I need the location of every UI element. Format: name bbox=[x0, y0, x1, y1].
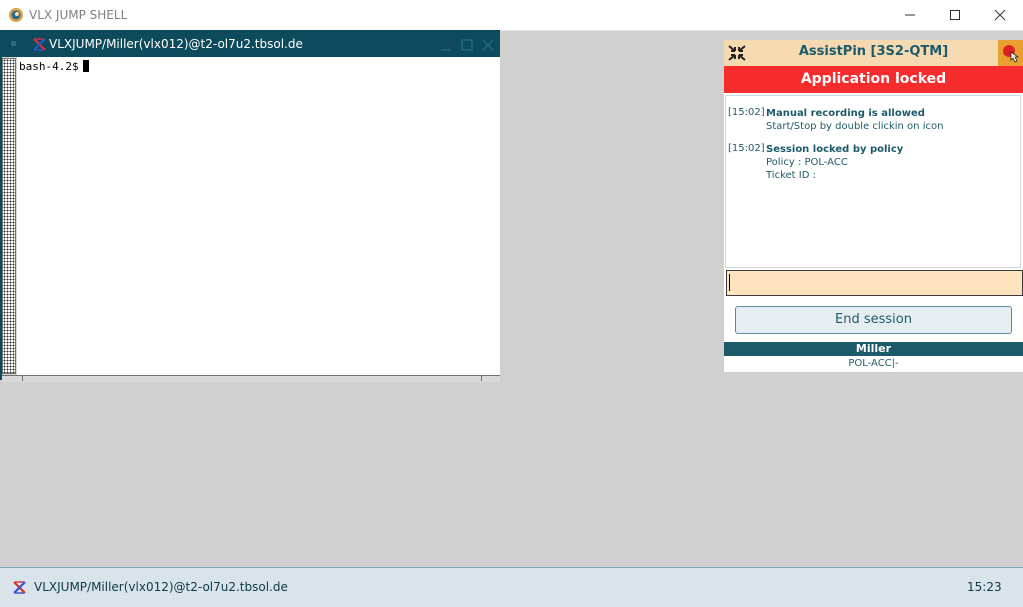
input-caret bbox=[729, 274, 730, 291]
maximize-button[interactable] bbox=[932, 0, 978, 30]
log-headline: Manual recording is allowed bbox=[766, 108, 925, 119]
terminal-body: bash-4.2$ bbox=[2, 57, 500, 382]
taskbar: VLXJUMP/Miller(vlx012)@t2-ol7u2.tbsol.de… bbox=[0, 567, 1023, 607]
log-detail: Policy : POL-ACC bbox=[766, 157, 848, 168]
assistpin-panel: AssistPin [3S2-QTM] Application locked [… bbox=[724, 40, 1023, 372]
log-detail: Start/Stop by double clickin on icon bbox=[766, 121, 944, 132]
window-titlebar: VLX JUMP SHELL bbox=[0, 0, 1023, 31]
log-headline: Session locked by policy bbox=[766, 144, 904, 155]
event-log: [15:02] Manual recording is allowed Star… bbox=[725, 95, 1021, 268]
scrollbar-thumb[interactable] bbox=[22, 376, 482, 381]
minimize-icon bbox=[905, 14, 915, 16]
terminal-maximize-icon[interactable] bbox=[460, 38, 474, 52]
terminal-window[interactable]: VLXJUMP/Miller(vlx012)@t2-ol7u2.tbsol.de… bbox=[0, 30, 500, 382]
policy-label: POL-ACC|- bbox=[848, 358, 899, 369]
minimize-button[interactable] bbox=[887, 0, 933, 30]
terminal-close-icon[interactable] bbox=[481, 38, 495, 52]
message-input[interactable] bbox=[726, 270, 1023, 296]
status-banner: Application locked bbox=[724, 66, 1023, 93]
terminal-output[interactable]: bash-4.2$ bbox=[17, 57, 500, 375]
terminal-horizontal-scrollbar[interactable] bbox=[2, 375, 500, 382]
log-time: [15:02] bbox=[728, 143, 765, 154]
x-logo-icon bbox=[33, 38, 46, 51]
maximize-icon bbox=[950, 10, 960, 20]
x-logo-icon bbox=[13, 581, 26, 594]
window-menu-icon[interactable] bbox=[11, 41, 16, 46]
text-cursor bbox=[82, 60, 89, 72]
assistpin-header: AssistPin [3S2-QTM] bbox=[724, 40, 1023, 66]
end-session-button[interactable]: End session bbox=[735, 306, 1012, 334]
app-logo-icon bbox=[9, 8, 23, 22]
taskbar-item-terminal[interactable]: VLXJUMP/Miller(vlx012)@t2-ol7u2.tbsol.de bbox=[34, 580, 288, 594]
log-detail: Ticket ID : bbox=[766, 170, 816, 181]
record-icon bbox=[1003, 45, 1020, 63]
user-name: Miller bbox=[724, 342, 1023, 356]
window-title: VLX JUMP SHELL bbox=[29, 8, 128, 22]
close-icon bbox=[994, 9, 1006, 21]
shell-prompt: bash-4.2$ bbox=[19, 60, 89, 73]
prompt-text: bash-4.2$ bbox=[19, 60, 79, 73]
terminal-titlebar[interactable]: VLXJUMP/Miller(vlx012)@t2-ol7u2.tbsol.de bbox=[1, 31, 499, 57]
taskbar-clock: 15:23 bbox=[967, 580, 1002, 594]
terminal-minimize-icon[interactable] bbox=[439, 38, 453, 52]
log-time: [15:02] bbox=[728, 107, 765, 118]
record-button[interactable] bbox=[998, 40, 1023, 66]
assistpin-title: AssistPin [3S2-QTM] bbox=[798, 44, 949, 59]
terminal-scrollbar[interactable] bbox=[2, 58, 16, 374]
terminal-title: VLXJUMP/Miller(vlx012)@t2-ol7u2.tbsol.de bbox=[49, 37, 303, 51]
close-button[interactable] bbox=[977, 0, 1023, 30]
